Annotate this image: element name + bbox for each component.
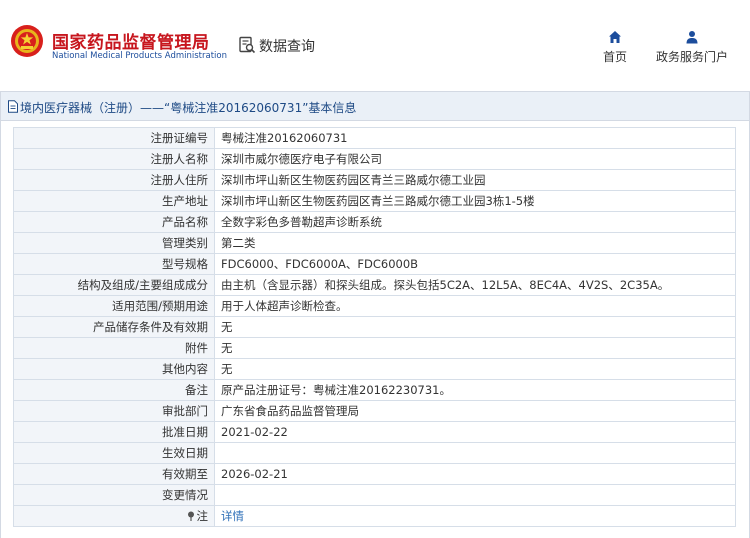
table-row: 备注 原产品注册证号：粤械注准20162230731。 [13, 379, 736, 401]
detail-panel: 境内医疗器械（注册）——“粤械注准20162060731”基本信息 注册证编号 … [0, 91, 750, 538]
table-row: 变更情况 [13, 484, 736, 506]
row-value: 无 [214, 358, 736, 380]
detail-table: 注册证编号 粤械注准20162060731 注册人名称 深圳市威尔德医疗电子有限… [13, 127, 736, 527]
row-label: 注 [196, 509, 209, 523]
row-value: 由主机（含显示器）和探头组成。探头包括5C2A、12L5A、8EC4A、4V2S… [214, 274, 736, 296]
row-label: 结构及组成/主要组成成分 [13, 274, 215, 296]
row-label: 备注 [13, 379, 215, 401]
site-header: 国家药品监督管理局 National Medical Products Admi… [0, 0, 750, 78]
nav-home-label: 首页 [602, 50, 627, 64]
table-row: 审批部门 广东省食品药品监督管理局 [13, 400, 736, 422]
row-label: 批准日期 [13, 421, 215, 443]
row-label: 注册人住所 [13, 169, 215, 191]
user-icon [686, 31, 698, 44]
row-label: 注册人名称 [13, 148, 215, 170]
row-value: 2026-02-21 [214, 463, 736, 485]
row-label: 适用范围/预期用途 [13, 295, 215, 317]
row-label: 有效期至 [13, 463, 215, 485]
row-value [214, 484, 736, 506]
nav-portal-label: 政务服务门户 [655, 50, 728, 64]
panel-title: 境内医疗器械（注册）——“粤械注准20162060731”基本信息 [20, 101, 357, 115]
table-row: 注册人住所 深圳市坪山新区生物医药园区青兰三路威尔德工业园 [13, 169, 736, 191]
pin-icon [187, 511, 194, 521]
row-value: 全数字彩色多普勒超声诊断系统 [214, 211, 736, 233]
row-label: 生产地址 [13, 190, 215, 212]
table-row: 其他内容 无 [13, 358, 736, 380]
row-label: 产品储存条件及有效期 [13, 316, 215, 338]
row-value: 深圳市坪山新区生物医药园区青兰三路威尔德工业园 [214, 169, 736, 191]
row-value: 原产品注册证号：粤械注准20162230731。 [214, 379, 736, 401]
row-value: 用于人体超声诊断检查。 [214, 295, 736, 317]
row-value: 详情 [214, 505, 736, 527]
row-value: 深圳市威尔德医疗电子有限公司 [214, 148, 736, 170]
table-row: 注册人名称 深圳市威尔德医疗电子有限公司 [13, 148, 736, 170]
table-row: 管理类别 第二类 [13, 232, 736, 254]
row-label: 型号规格 [13, 253, 215, 275]
nav-portal[interactable]: 政务服务门户 [652, 30, 732, 65]
site-logo-subtitle: National Medical Products Administration [52, 51, 227, 61]
national-emblem-icon [11, 25, 43, 57]
table-row: 生效日期 [13, 442, 736, 464]
row-label: 变更情况 [13, 484, 215, 506]
table-row: 有效期至 2026-02-21 [13, 463, 736, 485]
document-search-icon [239, 36, 256, 54]
row-label: 其他内容 [13, 358, 215, 380]
table-row: 批准日期 2021-02-22 [13, 421, 736, 443]
nav-home[interactable]: 首页 [600, 30, 630, 65]
row-value: FDC6000、FDC6000A、FDC6000B [214, 253, 736, 275]
table-row: 产品名称 全数字彩色多普勒超声诊断系统 [13, 211, 736, 233]
details-link[interactable]: 详情 [221, 509, 244, 523]
row-value: 第二类 [214, 232, 736, 254]
row-label: 注册证编号 [13, 127, 215, 149]
row-label: 产品名称 [13, 211, 215, 233]
data-query-label: 数据查询 [259, 39, 315, 55]
row-label: 生效日期 [13, 442, 215, 464]
table-row: 结构及组成/主要组成成分 由主机（含显示器）和探头组成。探头包括5C2A、12L… [13, 274, 736, 296]
home-icon [609, 31, 621, 43]
row-value: 2021-02-22 [214, 421, 736, 443]
document-icon [8, 100, 18, 113]
panel-header: 境内医疗器械（注册）——“粤械注准20162060731”基本信息 [1, 92, 749, 121]
note-label-cell: 注 [13, 505, 215, 527]
table-row: 产品储存条件及有效期 无 [13, 316, 736, 338]
row-label: 附件 [13, 337, 215, 359]
table-row: 生产地址 深圳市坪山新区生物医药园区青兰三路威尔德工业园3栋1-5楼 [13, 190, 736, 212]
row-label: 审批部门 [13, 400, 215, 422]
row-value: 粤械注准20162060731 [214, 127, 736, 149]
table-row: 型号规格 FDC6000、FDC6000A、FDC6000B [13, 253, 736, 275]
row-value: 广东省食品药品监督管理局 [214, 400, 736, 422]
table-row: 适用范围/预期用途 用于人体超声诊断检查。 [13, 295, 736, 317]
table-row: 注 详情 [13, 505, 736, 527]
table-row: 注册证编号 粤械注准20162060731 [13, 127, 736, 149]
table-row: 附件 无 [13, 337, 736, 359]
site-logo-title: 国家药品监督管理局 [52, 33, 210, 53]
row-value: 无 [214, 316, 736, 338]
row-value [214, 442, 736, 464]
row-value: 无 [214, 337, 736, 359]
row-value: 深圳市坪山新区生物医药园区青兰三路威尔德工业园3栋1-5楼 [214, 190, 736, 212]
row-label: 管理类别 [13, 232, 215, 254]
